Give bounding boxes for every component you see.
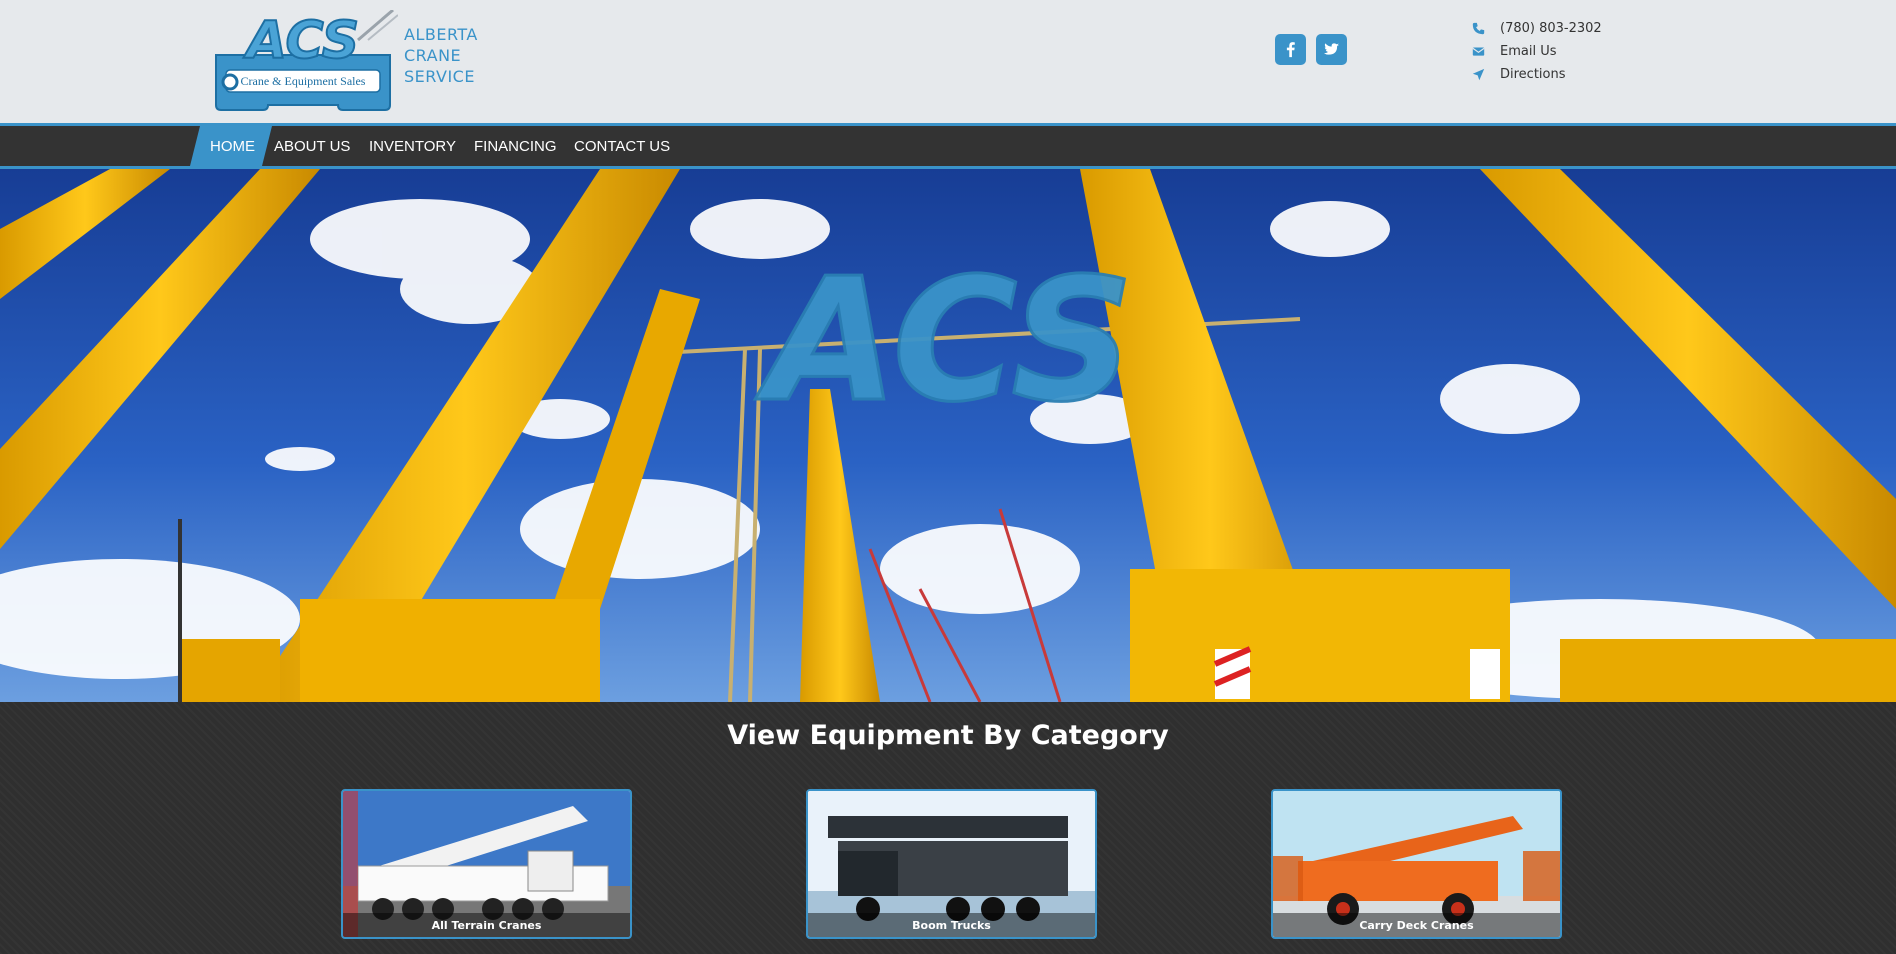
nav-item-inventory[interactable]: INVENTORY (369, 126, 456, 166)
phone-link[interactable]: (780) 803-2302 (1500, 21, 1602, 36)
acs-logo-graphic: ACS (215, 8, 399, 111)
envelope-icon (1472, 45, 1500, 58)
nav-item-about-us[interactable]: ABOUT US (274, 126, 350, 166)
category-label: Carry Deck Cranes (1273, 913, 1560, 937)
contact-email-row: Email Us (1472, 40, 1602, 63)
location-arrow-icon (1472, 68, 1500, 81)
directions-link[interactable]: Directions (1500, 67, 1566, 82)
facebook-icon (1286, 42, 1295, 58)
main-nav: HOME ABOUT US INVENTORY FINANCING CONTAC… (0, 123, 1896, 169)
brand-line-2: CRANE (404, 46, 462, 65)
twitter-icon (1323, 43, 1340, 55)
nav-item-home[interactable]: HOME (210, 126, 255, 166)
svg-text:ACS: ACS (243, 11, 359, 71)
category-card-boom-trucks[interactable]: Boom Trucks (806, 789, 1097, 939)
email-link[interactable]: Email Us (1500, 44, 1557, 59)
nav-item-contact-us[interactable]: CONTACT US (574, 126, 670, 166)
hero-crane-image: ACS (0, 169, 1896, 702)
logo-subtext: Crane & Equipment Sales (240, 74, 366, 88)
hero-logo-text: ACS (754, 242, 1133, 440)
nav-item-financing[interactable]: FINANCING (474, 126, 557, 166)
site-header: ACS Crane & Equipment Sales ALBERTA CRAN… (0, 0, 1896, 123)
brand-name: ALBERTA CRANE SERVICE (404, 24, 478, 87)
category-section: View Equipment By Category All Terrain C… (0, 702, 1896, 954)
contact-directions-row: Directions (1472, 63, 1602, 86)
brand-line-1: ALBERTA (404, 25, 478, 44)
category-card-carry-deck[interactable]: Carry Deck Cranes (1271, 789, 1562, 939)
twitter-button[interactable] (1316, 34, 1347, 65)
category-title: View Equipment By Category (727, 720, 1169, 751)
facebook-button[interactable] (1275, 34, 1306, 65)
hero-acs-logo: ACS (753, 241, 1135, 442)
category-label: Boom Trucks (808, 913, 1095, 937)
contact-phone-row: (780) 803-2302 (1472, 17, 1602, 40)
site-logo[interactable]: ACS Crane & Equipment Sales (208, 8, 399, 112)
category-label: All Terrain Cranes (343, 913, 630, 937)
contact-info: (780) 803-2302 Email Us Directions (1472, 17, 1602, 86)
phone-icon (1472, 22, 1500, 35)
category-card-all-terrain[interactable]: All Terrain Cranes (341, 789, 632, 939)
brand-line-3: SERVICE (404, 67, 475, 86)
hero-banner: ACS (0, 169, 1896, 702)
